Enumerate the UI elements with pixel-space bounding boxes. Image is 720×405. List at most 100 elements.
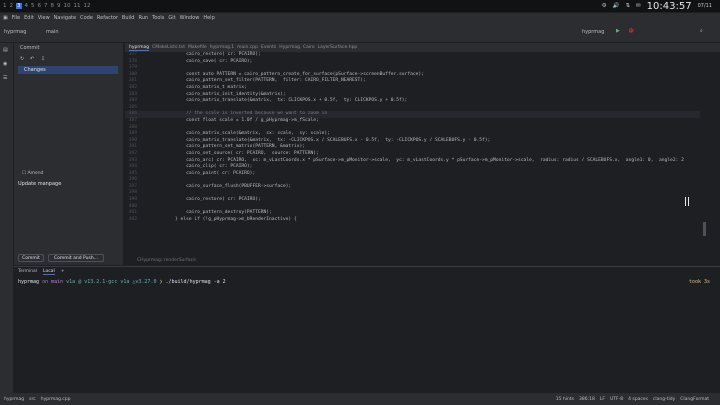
status-item-4[interactable]: 4 spaces: [628, 397, 648, 402]
workspace-4[interactable]: 4: [25, 3, 29, 9]
menu-file[interactable]: File: [12, 15, 20, 21]
amend-label: Amend: [27, 171, 44, 176]
menu-code[interactable]: Code: [80, 15, 93, 21]
tab-3[interactable]: hyprmag.1: [210, 45, 234, 50]
branch-name[interactable]: main: [46, 29, 59, 35]
run-config[interactable]: hyprmag: [582, 29, 604, 35]
line-text: [141, 65, 175, 72]
status-path-0[interactable]: hyprmag: [4, 397, 24, 402]
code-line: 401 cairo_pattern_destroy(PATTERN);: [125, 210, 700, 217]
workspace-12[interactable]: 12: [84, 3, 91, 9]
menu-run[interactable]: Run: [138, 15, 148, 21]
line-number: 386: [128, 111, 137, 117]
line-text: cairo_clip( cr: PCAIRO);: [175, 164, 253, 170]
status-path-2[interactable]: hyprmag.cpp: [41, 397, 71, 402]
structure-tool-icon[interactable]: ☰: [3, 75, 7, 81]
menu-help[interactable]: Help: [203, 15, 214, 21]
workspace-2[interactable]: 2: [10, 3, 14, 9]
download-icon[interactable]: ⇩: [41, 56, 45, 62]
code-line: 397 cairo_surface_flush(PBUFFER->surface…: [125, 184, 700, 191]
status-path-1[interactable]: src: [29, 397, 36, 402]
workspace-10[interactable]: 10: [64, 3, 71, 9]
code-line: 378 cairo_save( cr: PCAIRO);: [125, 59, 700, 66]
terminal-title[interactable]: Terminal: [18, 269, 37, 274]
tab-7[interactable]: Cairo: [303, 45, 315, 50]
menu-view[interactable]: View: [38, 15, 50, 21]
tab-0[interactable]: hyprmag: [129, 45, 150, 51]
tab-2[interactable]: Makefile: [188, 45, 207, 50]
workspace-8[interactable]: 8: [51, 3, 55, 9]
menu-window[interactable]: Window: [180, 15, 200, 21]
code-line: 395 cairo_paint( cr: PCAIRO);: [125, 171, 700, 178]
commit-panel-title: Commit: [20, 45, 40, 51]
workspace-1[interactable]: 1: [3, 3, 7, 9]
scrollbar-thumb[interactable]: [703, 222, 706, 236]
add-terminal-icon[interactable]: +: [61, 269, 65, 274]
rollback-icon[interactable]: ↶: [30, 56, 34, 62]
menu-git[interactable]: Git: [168, 15, 175, 21]
network-icon[interactable]: ⇅: [625, 3, 630, 9]
code-editor[interactable]: 377 cairo_restore( cr: PCAIRO); 378 cairo…: [125, 52, 700, 258]
menu-build[interactable]: Build: [122, 15, 135, 21]
breadcrumb[interactable]: CHyprmag::renderSurface: [125, 258, 700, 265]
workspace-list[interactable]: 1 2 3 4 5 6 7 8 9 10 11 12: [0, 3, 91, 9]
workspace-7[interactable]: 7: [44, 3, 48, 9]
code-line: 392 cairo_set_source( cr: PCAIRO, source…: [125, 151, 700, 158]
menu-bar: ▣ File Edit View Navigate Code Refactor Build Ru…: [0, 13, 720, 23]
amend-checkbox[interactable]: ☐ Amend: [22, 171, 43, 176]
code-line: 384 cairo_matrix_translate(&matrix, tx: …: [125, 98, 700, 105]
took-time: took 3s: [688, 279, 710, 285]
line-number: 381: [128, 78, 137, 84]
debug-icon[interactable]: 🐞: [628, 28, 634, 34]
project-name[interactable]: hyprmag: [4, 29, 26, 35]
menu-edit[interactable]: Edit: [24, 15, 34, 21]
line-number: 391: [128, 144, 137, 150]
workspace-5[interactable]: 5: [31, 3, 35, 9]
code-line: 379: [125, 65, 700, 72]
commit-tool-icon[interactable]: ◉: [3, 61, 7, 67]
project-tool-icon[interactable]: ▤: [3, 47, 8, 53]
code-line: 394 cairo_clip( cr: PCAIRO);: [125, 164, 700, 171]
status-item-6[interactable]: ClangFormat: [680, 397, 709, 402]
settings-icon[interactable]: ⚙: [602, 3, 607, 9]
status-item-0[interactable]: 15 hints: [556, 397, 574, 402]
mouse-cursor-icon: [685, 197, 689, 206]
notification-icon[interactable]: ✉: [636, 3, 641, 9]
status-item-2[interactable]: LF: [600, 397, 605, 402]
prompt-dir: hyprmag: [18, 279, 40, 285]
commit-message-input[interactable]: Update manpage: [18, 181, 61, 187]
workspace-9[interactable]: 9: [57, 3, 61, 9]
tab-4[interactable]: main.cpp: [237, 45, 258, 50]
workspace-3[interactable]: 3: [16, 3, 22, 9]
terminal-prompt[interactable]: hyprmag on main v1a @ v13.2.1-gcc v1a △v…: [14, 276, 720, 285]
workspace-11[interactable]: 11: [74, 3, 81, 9]
status-item-1[interactable]: 386:18: [579, 397, 595, 402]
line-number: 389: [128, 131, 137, 137]
prompt-branch: main: [51, 279, 64, 285]
tab-6[interactable]: Hyprmag: [279, 45, 300, 50]
tab-local[interactable]: Local: [43, 269, 55, 275]
menu-navigate[interactable]: Navigate: [54, 15, 76, 21]
menu-refactor[interactable]: Refactor: [97, 15, 118, 21]
run-icon[interactable]: ▶: [616, 28, 620, 34]
menu-tools[interactable]: Tools: [152, 15, 164, 21]
tab-1[interactable]: CMakeLists.txt: [152, 45, 185, 50]
line-number: 392: [128, 150, 137, 156]
volume-icon[interactable]: 🔊: [613, 3, 620, 9]
commit-and-push-button[interactable]: Commit and Push...: [48, 254, 104, 262]
commit-button[interactable]: Commit: [18, 254, 44, 262]
status-item-5[interactable]: clang-tidy: [653, 397, 675, 402]
refresh-icon[interactable]: ↻: [20, 56, 24, 62]
editor-scrollbar[interactable]: [700, 52, 710, 258]
tab-5[interactable]: Events: [261, 45, 276, 50]
tab-8[interactable]: LayerSurface.hpp: [318, 45, 358, 50]
line-number: 384: [128, 98, 137, 104]
changes-node[interactable]: Changes: [18, 66, 118, 74]
workspace-6[interactable]: 6: [38, 3, 42, 9]
status-item-3[interactable]: UTF-8: [610, 397, 623, 402]
terminal-panel: Terminal Local + hyprmag on main v1a @ v…: [14, 266, 720, 393]
search-icon[interactable]: ⌕: [700, 28, 703, 34]
line-text: // the scale is inverted because we want…: [175, 111, 328, 117]
main-toolbar: hyprmag main hyprmag ▶ 🐞 ⌕: [0, 23, 720, 43]
line-text: [141, 125, 175, 132]
